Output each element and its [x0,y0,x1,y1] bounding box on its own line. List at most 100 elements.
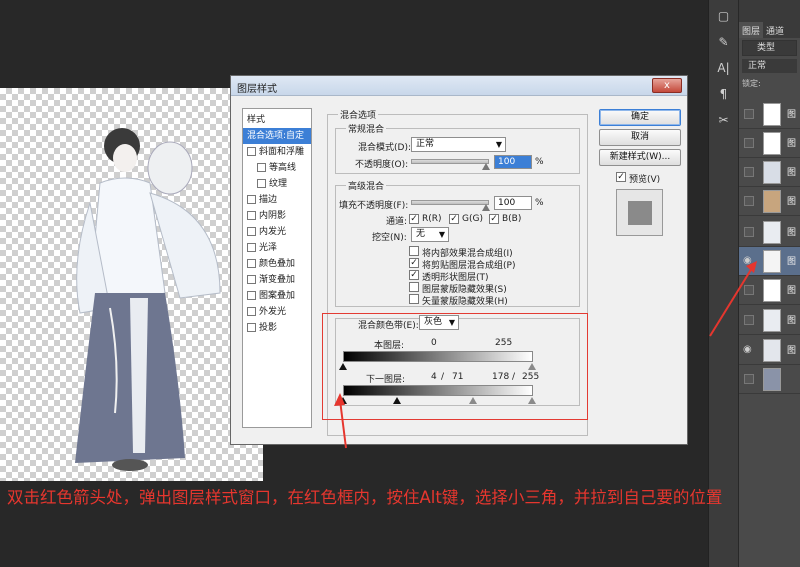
knockout-select[interactable]: 无 ▼ [411,227,449,242]
advanced-option-checkbox[interactable] [409,294,419,304]
style-item[interactable]: 内阴影 [243,208,311,224]
layer-thumbnail [763,161,781,184]
layer-thumbnail [763,103,781,126]
opacity-slider-handle[interactable] [482,163,490,170]
eye-icon[interactable]: ◉ [743,344,752,355]
style-item[interactable]: 图案叠加 [243,288,311,304]
layer-thumbnail [763,339,781,362]
channel-g-checkbox[interactable]: ✓ [449,214,459,224]
style-checkbox[interactable] [247,243,256,252]
fill-opacity-input[interactable]: 100 [494,196,532,210]
layer-thumbnail [763,368,781,391]
tools-icon[interactable]: ✂ [713,110,735,130]
layer-blend-mode[interactable]: 正常 [742,59,797,73]
layer-kind-filter[interactable]: 类型 [742,40,797,56]
style-checkbox[interactable] [247,147,256,156]
layer-row[interactable]: 图 [739,306,800,335]
visibility-toggle[interactable] [744,374,754,384]
visibility-toggle[interactable] [744,138,754,148]
layer-row[interactable]: 图 [739,187,800,216]
style-item[interactable]: 纹理 [243,176,311,192]
paragraph-icon[interactable]: ¶ [713,84,735,104]
layer-row[interactable]: 图 [739,276,800,305]
style-checkbox[interactable] [247,195,256,204]
style-item[interactable]: 投影 [243,320,311,336]
fill-opacity-slider[interactable] [411,200,489,205]
visibility-toggle[interactable] [744,285,754,295]
style-checkbox[interactable] [247,259,256,268]
layer-row[interactable]: 图 [739,100,800,129]
styles-header[interactable]: 样式 [243,109,311,128]
style-item-label: 投影 [259,323,278,333]
cancel-button[interactable]: 取消 [599,129,681,146]
style-checkbox[interactable] [247,211,256,220]
advanced-option-checkbox[interactable]: ✓ [409,270,419,280]
channels-label: 通道: [386,217,408,227]
document-canvas[interactable] [0,88,263,481]
fill-opacity-label: 填充不透明度(F): [339,201,409,211]
knockout-value: 无 [416,229,426,239]
layer-thumbnail [763,190,781,213]
style-item-label: 渐变叠加 [259,275,296,285]
brush-settings-icon[interactable]: ✎ [713,32,735,52]
style-checkbox[interactable] [247,291,256,300]
style-checkbox[interactable] [247,275,256,284]
visibility-toggle[interactable] [744,167,754,177]
blend-mode-value: 正常 [416,139,435,149]
new-style-button[interactable]: 新建样式(W)... [599,149,681,166]
style-checkbox[interactable] [247,227,256,236]
photoshop-workspace: ▢ ✎ A| ¶ ✂ 图层 通道 类型 正常 锁定: 图图图图图 ◉ 图图图 ◉ 图 图… [0,0,800,567]
visibility-toggle[interactable] [744,315,754,325]
tab-channels[interactable]: 通道 [763,22,787,38]
layer-row[interactable]: 图 [739,158,800,187]
style-item[interactable]: 内发光 [243,224,311,240]
visibility-toggle[interactable] [744,227,754,237]
style-checkbox[interactable] [257,179,266,188]
style-checkbox[interactable] [257,163,266,172]
layer-thumbnail [763,279,781,302]
ok-button[interactable]: 确定 [599,109,681,126]
layer-lock-label: 锁定: [742,79,761,88]
close-button[interactable]: x [652,78,682,93]
style-item[interactable]: 颜色叠加 [243,256,311,272]
advanced-option-checkbox[interactable]: ✓ [409,258,419,268]
eye-icon[interactable]: ◉ [743,255,752,266]
style-item[interactable]: 渐变叠加 [243,272,311,288]
preview-checkbox[interactable]: ✓ [616,172,626,182]
general-blending-title: 常规混合 [346,122,387,135]
opacity-slider[interactable] [411,159,489,164]
layer-name: 图 [787,110,797,120]
layer-name: 图 [787,168,797,178]
advanced-option-checkbox[interactable] [409,282,419,292]
style-checkbox[interactable] [247,323,256,332]
channel-b-checkbox[interactable]: ✓ [489,214,499,224]
knockout-label: 挖空(N): [372,233,407,243]
style-item[interactable]: 等高线 [243,160,311,176]
layer-row[interactable] [739,365,800,394]
character-icon[interactable]: A| [713,58,735,78]
layer-row[interactable]: 图 [739,129,800,158]
layer-row[interactable]: 图 [739,218,800,247]
tab-layers[interactable]: 图层 [739,22,764,38]
layer-name: 图 [787,197,797,207]
opacity-input[interactable]: 100 [494,155,532,169]
layer-thumbnail [763,132,781,155]
layer-name: 图 [787,228,797,238]
channel-r-checkbox[interactable]: ✓ [409,214,419,224]
layer-row[interactable]: ◉ 图 [739,247,800,276]
fill-opacity-slider-handle[interactable] [482,204,490,211]
style-item[interactable]: 混合选项:自定 [243,128,311,144]
layer-row[interactable]: ◉ 图 [739,336,800,365]
blend-mode-select[interactable]: 正常 ▼ [411,137,506,152]
style-item[interactable]: 光泽 [243,240,311,256]
visibility-toggle[interactable] [744,109,754,119]
dialog-titlebar[interactable]: 图层样式 x [231,76,687,96]
style-checkbox[interactable] [247,307,256,316]
advanced-option-checkbox[interactable] [409,246,419,256]
history-icon[interactable]: ▢ [713,6,735,26]
style-item[interactable]: 外发光 [243,304,311,320]
style-item[interactable]: 描边 [243,192,311,208]
style-item[interactable]: 斜面和浮雕 [243,144,311,160]
visibility-toggle[interactable] [744,196,754,206]
style-item-label: 外发光 [259,307,287,317]
